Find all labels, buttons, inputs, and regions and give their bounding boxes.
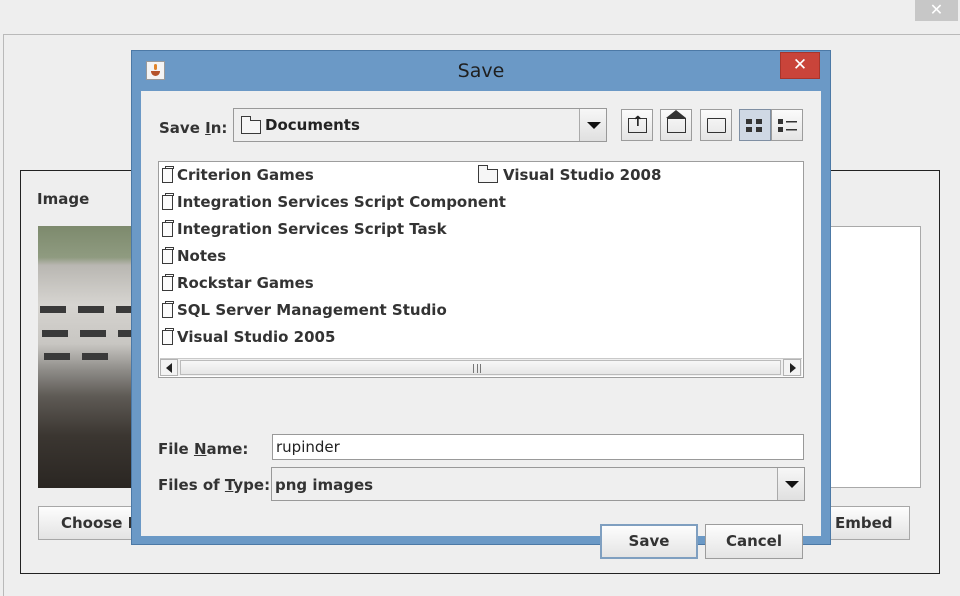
save-button[interactable]: Save [600, 524, 698, 559]
folder-up-icon [628, 114, 647, 133]
dialog-close-button[interactable]: ✕ [780, 52, 820, 79]
files-of-type-label: Files of Type: [158, 476, 271, 494]
save-in-label: Save In: [159, 119, 228, 137]
chevron-down-icon[interactable] [777, 468, 804, 500]
folder-icon [162, 247, 174, 264]
new-folder-icon [707, 118, 726, 133]
folder-icon [162, 301, 174, 318]
choose-image-button[interactable]: Choose Image [38, 506, 136, 540]
folder-icon [477, 165, 498, 183]
folder-icon [162, 220, 174, 237]
dialog-title: Save [457, 60, 505, 82]
chevron-down-icon[interactable] [579, 109, 606, 141]
folder-icon [162, 166, 174, 183]
details-view-button[interactable] [771, 109, 803, 141]
folder-icon [162, 274, 174, 291]
list-view-icon [746, 118, 765, 133]
save-in-dropdown[interactable]: Documents [233, 108, 607, 142]
up-one-level-button[interactable] [621, 109, 653, 141]
folder-icon [162, 193, 174, 210]
cancel-button[interactable]: Cancel [705, 524, 803, 559]
list-view-button[interactable] [739, 109, 771, 141]
folder-icon [162, 328, 174, 345]
folder-icon [240, 116, 261, 134]
home-button[interactable] [660, 109, 692, 141]
scrollbar-thumb[interactable] [180, 360, 781, 375]
message-textarea[interactable] [826, 226, 921, 488]
embed-button[interactable]: Embed [826, 506, 910, 540]
dialog-body: Save In: Documents Criterion Games Integ… [141, 91, 821, 559]
save-in-value: Documents [265, 116, 360, 134]
file-name-label: File Name: [158, 440, 249, 458]
scroll-left-icon[interactable] [160, 359, 178, 376]
horizontal-scrollbar[interactable] [160, 358, 802, 376]
background-close-button[interactable]: ✕ [915, 0, 958, 21]
file-list[interactable]: Criterion Games Integration Services Scr… [158, 161, 804, 378]
details-view-icon [778, 118, 797, 133]
files-of-type-value: png images [275, 476, 374, 494]
files-of-type-dropdown[interactable]: png images [271, 467, 805, 501]
home-icon [666, 110, 686, 133]
dialog-titlebar[interactable]: Save ✕ [132, 51, 830, 91]
image-label: Image [37, 190, 90, 208]
file-name-input[interactable]: rupinder [272, 434, 804, 460]
save-dialog: Save ✕ Save In: Documents Criterion Game… [131, 50, 831, 559]
grip-icon [473, 364, 481, 373]
image-preview [38, 226, 134, 488]
new-folder-button[interactable] [700, 109, 732, 141]
scroll-right-icon[interactable] [783, 359, 801, 376]
